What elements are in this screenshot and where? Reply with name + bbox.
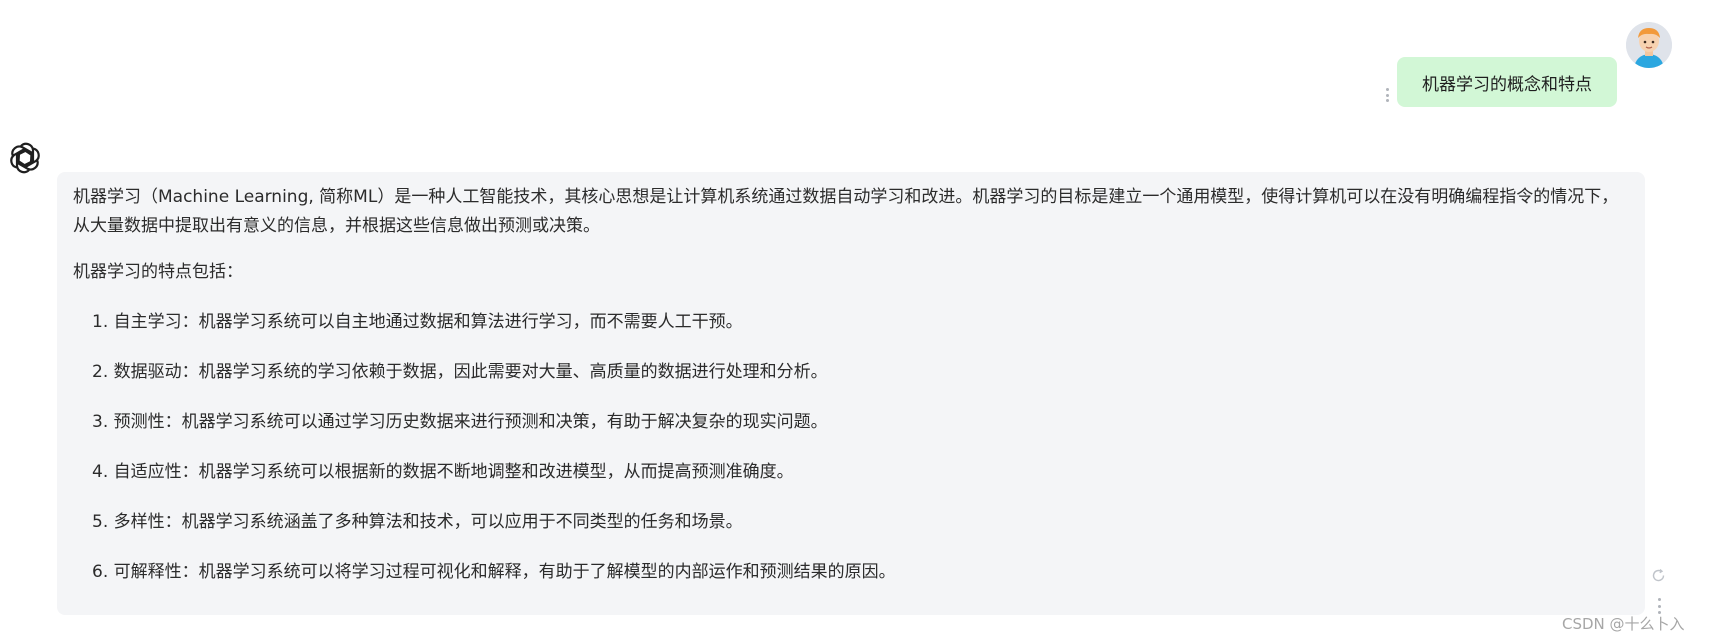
features-heading: 机器学习的特点包括： — [73, 262, 243, 282]
feature-list-item: 2. 数据驱动：机器学习系统的学习依赖于数据，因此需要对大量、高质量的数据进行处… — [92, 362, 828, 382]
feature-list-item: 5. 多样性：机器学习系统涵盖了多种算法和技术，可以应用于不同类型的任务和场景。 — [92, 512, 743, 532]
feature-list-item: 4. 自适应性：机器学习系统可以根据新的数据不断地调整和改进模型，从而提高预测准… — [92, 462, 794, 482]
regenerate-icon[interactable] — [1651, 568, 1666, 583]
user-avatar — [1626, 22, 1672, 68]
user-message-more-icon[interactable] — [1382, 88, 1392, 102]
assistant-intro-paragraph: 机器学习（Machine Learning, 简称ML）是一种人工智能技术，其核… — [73, 187, 1619, 236]
user-message-bubble: 机器学习的概念和特点 — [1397, 57, 1617, 107]
feature-list-item: 6. 可解释性：机器学习系统可以将学习过程可视化和解释，有助于了解模型的内部运作… — [92, 562, 896, 582]
user-message-text: 机器学习的概念和特点 — [1422, 74, 1592, 95]
assistant-message-more-icon[interactable] — [1654, 598, 1664, 614]
feature-list-item: 1. 自主学习：机器学习系统可以自主地通过数据和算法进行学习，而不需要人工干预。 — [92, 312, 743, 332]
openai-logo-icon — [6, 139, 44, 177]
feature-list-item: 3. 预测性：机器学习系统可以通过学习历史数据来进行预测和决策，有助于解决复杂的… — [92, 412, 828, 432]
user-avatar-icon — [1626, 22, 1672, 68]
watermark-text: CSDN @十么卜入 — [1562, 615, 1685, 633]
